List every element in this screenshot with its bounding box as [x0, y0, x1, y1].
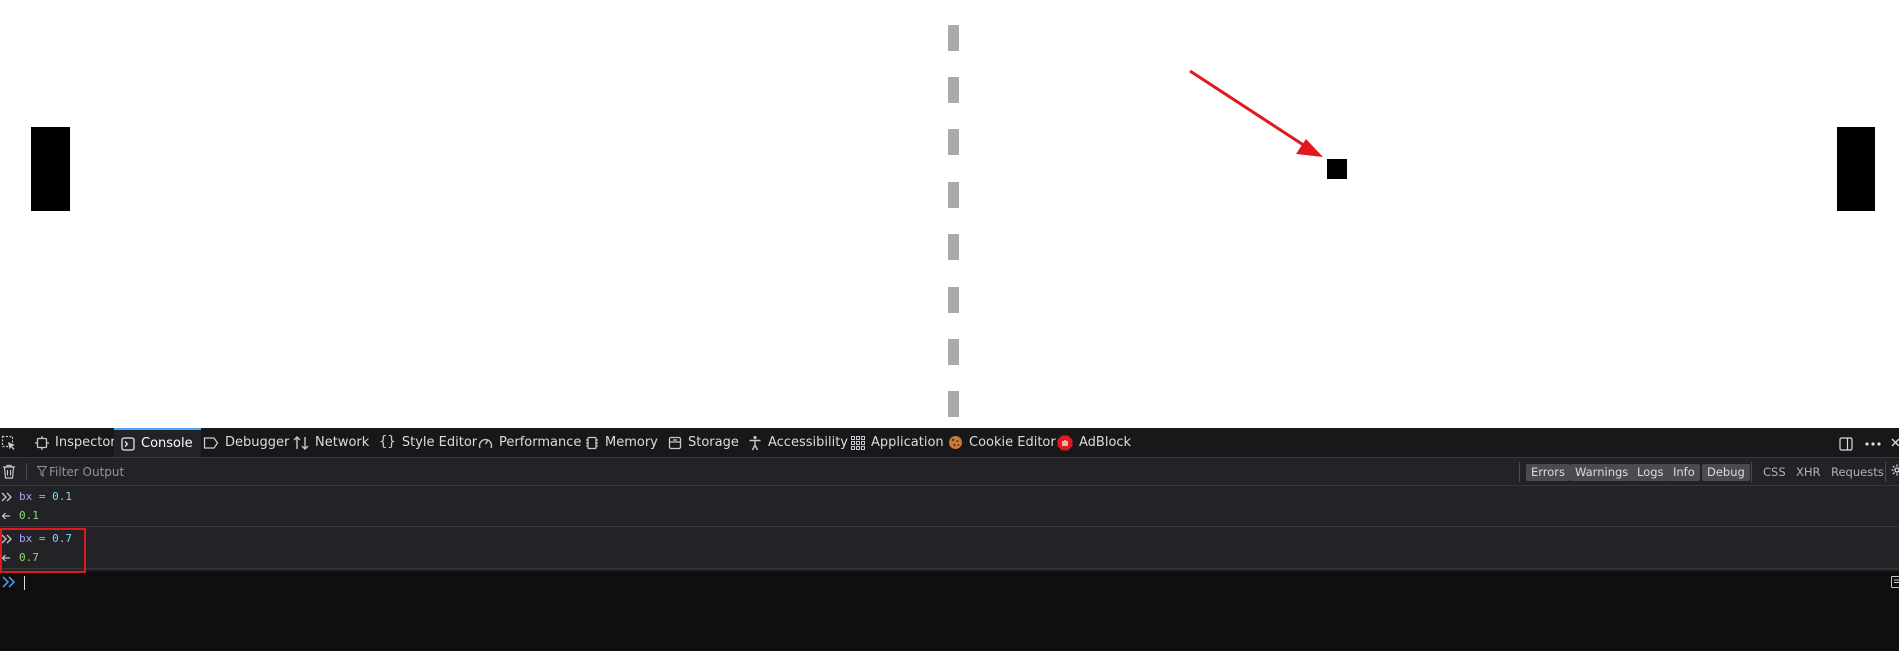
input-variable: bx: [19, 532, 33, 545]
left-paddle: [31, 127, 70, 211]
center-line-dash: [948, 234, 959, 260]
filter-debug-button[interactable]: Debug: [1702, 464, 1750, 481]
tab-label: Cookie Editor: [969, 435, 1056, 450]
input-variable: bx: [19, 490, 33, 503]
ball: [1327, 159, 1347, 179]
filter-xhr-button[interactable]: XHR: [1796, 464, 1821, 481]
right-paddle: [1837, 127, 1875, 211]
tab-label: Memory: [605, 435, 658, 450]
pick-element-icon[interactable]: [1, 428, 17, 457]
debugger-icon: [203, 436, 219, 450]
cookie-icon: [948, 435, 963, 450]
adblock-icon: [1057, 435, 1073, 451]
performance-icon: [478, 436, 493, 450]
tab-network[interactable]: Network: [293, 428, 369, 457]
tab-inspector[interactable]: Inspector: [35, 428, 116, 457]
tab-label: Accessibility: [768, 435, 848, 450]
tab-label: Debugger: [225, 435, 290, 450]
tab-application[interactable]: Application: [851, 428, 944, 457]
network-icon: [293, 435, 309, 450]
tab-label: Performance: [499, 435, 582, 450]
editor-mode-icon[interactable]: [1891, 576, 1899, 592]
filter-requests-button[interactable]: Requests: [1831, 464, 1884, 481]
devtools-panel: Inspector Console Debugger Network {} St…: [0, 428, 1899, 651]
close-icon[interactable]: [1891, 428, 1899, 457]
tab-label: Console: [141, 436, 193, 451]
dock-side-icon[interactable]: [1839, 428, 1853, 457]
toolbar-separator: [1751, 462, 1752, 482]
input-value: 0.1: [52, 490, 72, 503]
result-arrow-icon: [1, 549, 15, 567]
toolbar-separator: [1519, 462, 1520, 482]
center-line-dash: [948, 25, 959, 51]
console-icon: [121, 436, 135, 451]
inspector-icon: [35, 435, 49, 450]
center-line-dash: [948, 129, 959, 155]
tab-accessibility[interactable]: Accessibility: [748, 428, 848, 457]
filter-info-button[interactable]: Info: [1668, 464, 1700, 481]
result-value: 0.7: [19, 551, 39, 564]
accessibility-icon: [748, 435, 762, 451]
tab-label: Application: [871, 435, 944, 450]
center-line-dash: [948, 339, 959, 365]
toolbar-separator: [1885, 462, 1886, 482]
filter-css-button[interactable]: CSS: [1763, 464, 1786, 481]
center-line-dash: [948, 182, 959, 208]
tab-label: Style Editor: [401, 435, 478, 450]
style-editor-icon: {}: [379, 434, 396, 450]
tab-performance[interactable]: Performance: [478, 428, 581, 457]
tab-storage[interactable]: Storage: [668, 428, 739, 457]
console-output: bx = 0.1 0.1 bx = 0.7 0.7: [0, 486, 1899, 571]
filter-errors-button[interactable]: Errors: [1526, 464, 1571, 481]
more-options-icon[interactable]: [1865, 428, 1881, 457]
devtools-toolbar: Inspector Console Debugger Network {} St…: [0, 428, 1899, 458]
tab-label: AdBlock: [1079, 435, 1132, 450]
text-caret: [24, 576, 25, 590]
game-canvas: [0, 0, 1899, 428]
console-message: bx = 0.1 0.1: [0, 486, 1899, 527]
tab-adblock[interactable]: AdBlock: [1057, 428, 1131, 457]
toolbar-separator: [26, 463, 27, 480]
result-arrow-icon: [1, 507, 15, 525]
input-chevron-icon: [1, 530, 15, 548]
memory-icon: [585, 436, 599, 450]
application-icon: [851, 435, 865, 450]
filter-output-input[interactable]: [49, 461, 549, 482]
tab-debugger[interactable]: Debugger: [203, 428, 289, 457]
storage-icon: [668, 436, 682, 450]
center-line-dash: [948, 77, 959, 103]
input-value: 0.7: [52, 532, 72, 545]
center-line-dash: [948, 287, 959, 313]
result-value: 0.1: [19, 509, 39, 522]
tab-label: Network: [315, 435, 370, 450]
console-input[interactable]: [0, 571, 1899, 651]
clear-console-icon[interactable]: [2, 464, 16, 483]
input-chevron-icon: [1, 488, 15, 506]
console-filter-bar: Errors Warnings Logs Info Debug CSS XHR …: [0, 458, 1899, 486]
console-message: bx = 0.7 0.7: [0, 528, 1899, 569]
input-operator: =: [38, 490, 46, 503]
filter-icon: [36, 466, 48, 481]
tab-label: Inspector: [55, 435, 116, 450]
tab-cookie-editor[interactable]: Cookie Editor: [948, 428, 1056, 457]
tab-memory[interactable]: Memory: [585, 428, 658, 457]
filter-warnings-button[interactable]: Warnings: [1570, 464, 1634, 481]
input-operator: =: [38, 532, 46, 545]
filter-logs-button[interactable]: Logs: [1632, 464, 1669, 481]
center-line-dash: [948, 391, 959, 417]
settings-gear-icon[interactable]: [1891, 464, 1899, 481]
tab-label: Storage: [688, 435, 739, 450]
tab-style-editor[interactable]: {} Style Editor: [379, 428, 477, 457]
tab-console[interactable]: Console: [114, 428, 201, 457]
prompt-chevron-icon: [2, 576, 16, 592]
